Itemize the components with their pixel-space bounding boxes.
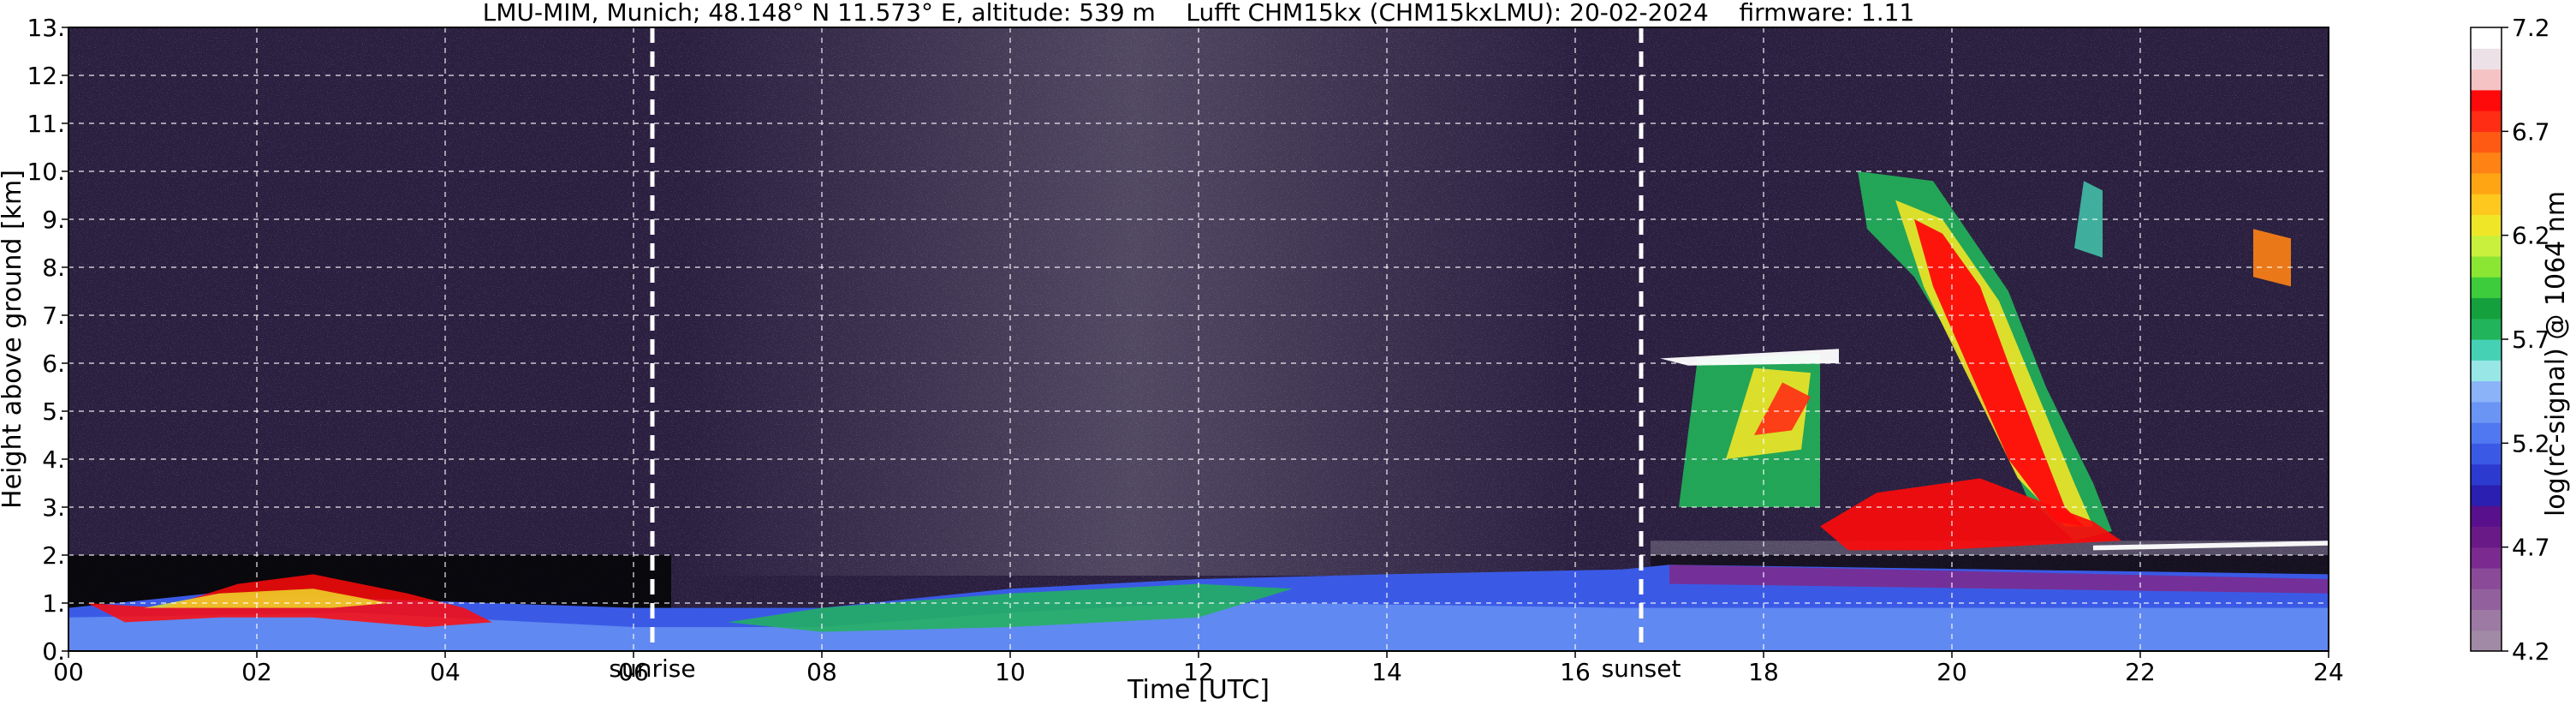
x-tick-label: 20 [1936,658,1967,686]
colorbar-segment [2471,89,2502,111]
colorbar-segment [2471,547,2502,569]
chart-svg: LMU-MIM, Munich; 48.148° N 11.573° E, al… [0,0,2571,705]
colorbar-segment [2471,484,2502,506]
colorbar-segment [2471,235,2502,257]
colorbar-segment [2471,526,2502,548]
colorbar-segment [2471,339,2502,361]
y-tick-label: 10. [27,158,65,186]
y-tick-label: 3. [42,493,65,522]
ceilometer-chart: LMU-MIM, Munich; 48.148° N 11.573° E, al… [0,0,2576,708]
colorbar-segment [2471,194,2502,215]
chart-title: LMU-MIM, Munich; 48.148° N 11.573° E, al… [483,0,1915,27]
x-tick-label: 10 [995,658,1026,686]
x-tick-label: 06 [618,658,649,686]
x-tick-label: 22 [2125,658,2156,686]
colorbar-segment [2471,152,2502,174]
colorbar-tick-label: 4.7 [2512,534,2550,562]
colorbar-segment [2471,463,2502,486]
y-tick-label: 2. [42,541,65,570]
y-tick-label: 4. [42,445,65,474]
colorbar-label: log(rc-signal) @ 1064 nm [2541,191,2571,517]
x-tick-label: 24 [2313,658,2344,686]
colorbar-segment [2471,297,2502,320]
y-tick-label: 5. [42,397,65,426]
colorbar-segment [2471,111,2502,132]
y-tick-label: 9. [42,206,65,234]
x-tick-label: 14 [1371,658,1402,686]
colorbar-segment [2471,27,2502,49]
colorbar-tick-label: 4.2 [2512,637,2550,666]
x-tick-label: 18 [1748,658,1779,686]
y-tick-label: 11. [27,110,65,138]
colorbar-segment [2471,48,2502,70]
colorbar-segment [2471,401,2502,423]
colorbar-segment [2471,360,2502,382]
y-tick-label: 12. [27,62,65,90]
x-tick-label: 02 [241,658,272,686]
colorbar-segment [2471,422,2502,444]
x-tick-label: 16 [1560,658,1591,686]
y-axis-label: Height above ground [km] [0,170,27,509]
x-tick-label: 04 [430,658,461,686]
colorbar-segment [2471,609,2502,631]
colorbar-segment [2471,69,2502,91]
colorbar-segment [2471,443,2502,465]
colorbar-tick-label: 7.2 [2512,14,2550,42]
event-label-sunset: sunset [1602,654,1681,683]
x-axis-label: Time [UTC] [1127,675,1270,705]
midday-brightening [685,27,1584,576]
colorbar-segment [2471,567,2502,589]
colorbar-segment [2471,318,2502,340]
cloud-orange [2253,229,2291,287]
colorbar-segment [2471,172,2502,194]
x-tick-label: 08 [806,658,837,686]
y-axis: 0. 1. 2. 3. 4. 5. 6. 7. 8. 9. 10. 11. 12. 13. [27,14,68,666]
y-tick-label: 0. [42,637,65,666]
y-tick-label: 8. [42,254,65,282]
colorbar-segment [2471,630,2502,652]
y-tick-label: 1. [42,589,65,618]
colorbar-segment [2471,214,2502,236]
colorbar-tick-label: 6.7 [2512,117,2550,146]
y-tick-label: 13. [27,14,65,42]
colorbar-segment [2471,277,2502,299]
colorbar-segment [2471,380,2502,403]
colorbar-segment [2471,589,2502,611]
colorbar-segment [2471,255,2502,278]
colorbar-segment [2471,131,2502,153]
colorbar-segment [2471,505,2502,527]
y-tick-label: 6. [42,350,65,378]
y-tick-label: 7. [42,302,65,330]
colorbar: 4.24.75.25.76.26.77.2 [2470,14,2550,666]
